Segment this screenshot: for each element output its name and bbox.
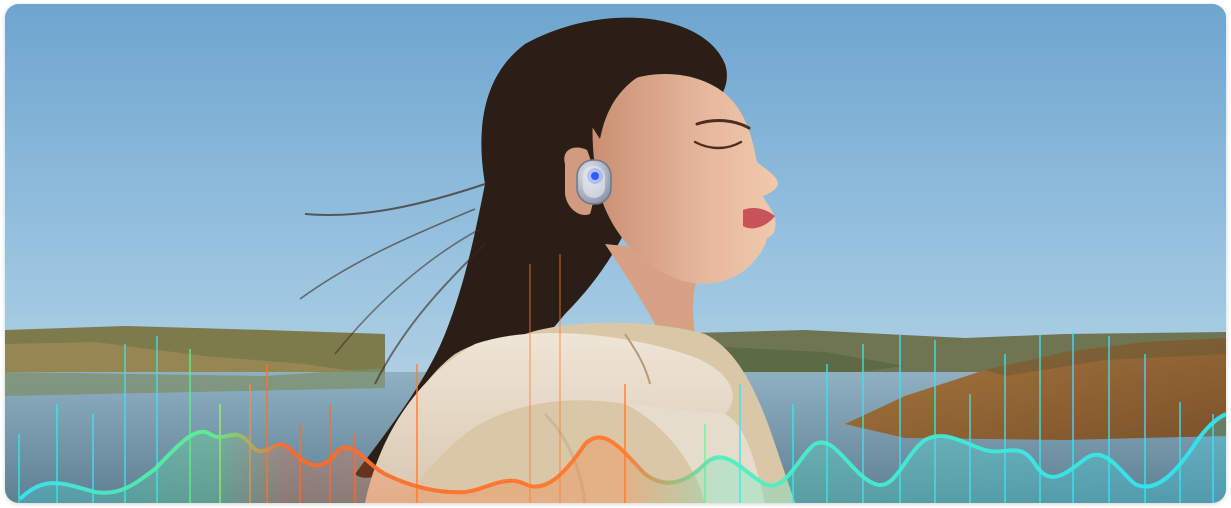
hero-image-frame bbox=[5, 4, 1226, 503]
earbud-icon bbox=[576, 159, 612, 205]
scene-illustration bbox=[5, 4, 1226, 503]
